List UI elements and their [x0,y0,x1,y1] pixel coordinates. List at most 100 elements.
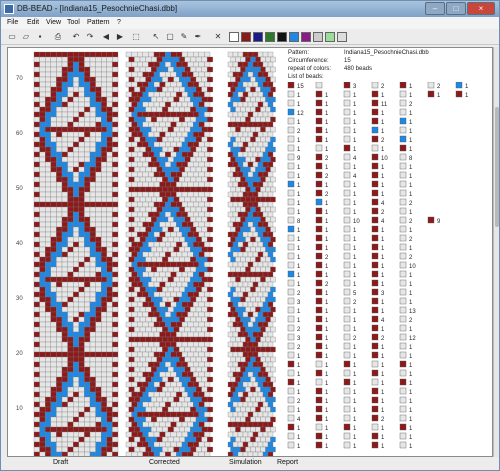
corrected-bead [181,101,188,108]
pointer-icon[interactable]: ↖ [151,32,161,42]
cross-icon[interactable]: ✕ [213,32,223,42]
draft-bead [112,166,119,173]
bead-count: 2 [297,399,301,405]
draft-bead [45,416,51,423]
save-icon[interactable]: ▪ [35,32,45,42]
color-swatch[interactable] [265,32,275,42]
corrected-bead [207,76,213,83]
draft-bead [33,296,40,303]
simulation-bead [237,61,244,68]
draft-bead [33,271,40,278]
menu-tool[interactable]: Tool [67,19,80,26]
menu-view[interactable]: View [46,19,61,26]
corrected-bead [131,291,138,298]
simulation-bead [237,341,244,348]
redo-icon[interactable]: ↷ [85,32,95,42]
simulation-tab[interactable]: Simulation [229,459,262,466]
corrected-bead [179,296,185,303]
color-swatch[interactable] [277,32,287,42]
corrected-bead [165,311,171,318]
corrected-bead [148,101,155,108]
dropper-icon[interactable]: ✒ [193,32,203,42]
draft-bead [39,446,46,453]
minimize-button[interactable]: – [425,2,445,15]
select-icon[interactable]: ▢ [165,32,175,42]
draft-bead [101,116,107,123]
corrected-bead [184,106,191,113]
color-swatch[interactable] [301,32,311,42]
simulation-bead [262,371,269,378]
draft-bead [56,361,63,368]
color-swatch[interactable] [289,32,299,42]
simulation-bead [240,286,246,293]
corrected-bead [125,81,132,88]
scrollbar-thumb[interactable] [495,107,499,227]
print-icon[interactable]: ⎙ [53,32,63,42]
color-swatch[interactable] [325,32,335,42]
report-tab[interactable]: Report [277,459,298,466]
menu-pattern[interactable]: Pattern [87,19,110,26]
bead-count: 1 [297,174,301,180]
corrected-bead [139,336,146,343]
draft-bead [45,81,51,88]
bead-swatch [315,423,323,431]
simulation-bead [255,386,261,393]
simulation-bead [260,146,266,153]
draft-bead [106,391,113,398]
simulation-bead [242,351,249,358]
draft-bead [73,146,79,153]
maximize-button[interactable]: □ [446,2,466,15]
color-swatch[interactable] [337,32,347,42]
draft-bead [56,376,63,383]
draft-bead [50,181,57,188]
draft-bead [45,361,51,368]
bead-swatch [343,270,351,278]
bead-count: 1 [381,408,385,414]
corrected-bead [134,376,141,383]
draft-bead [67,156,74,163]
corrected-bead [173,66,180,73]
draft-tab[interactable]: Draft [53,459,68,466]
draft-bead [33,61,40,68]
arrow-right-icon[interactable]: ▶ [115,32,125,42]
pencil-icon[interactable]: ✎ [179,32,189,42]
menu-file[interactable]: File [7,19,18,26]
simulation-bead [267,361,274,368]
vertical-scrollbar[interactable] [493,47,499,457]
corrected-bead [198,351,205,358]
color-swatch[interactable] [253,32,263,42]
draft-bead [56,221,63,228]
menu-help[interactable]: ? [117,19,121,26]
corrected-bead [193,271,199,278]
arrow-left-icon[interactable]: ◀ [101,32,111,42]
new-icon[interactable]: ▭ [7,32,17,42]
open-icon[interactable]: ▱ [21,32,31,42]
corrected-bead [195,66,202,73]
corrected-tab[interactable]: Corrected [149,459,180,466]
bead-canvas[interactable] [8,48,284,457]
corrected-bead [193,381,199,388]
color-swatch[interactable] [229,32,239,42]
draft-bead [112,341,119,348]
draft-bead [78,391,85,398]
color-swatch[interactable] [241,32,251,42]
simulation-bead [230,316,236,323]
corrected-bead [165,341,171,348]
corrected-bead [151,286,157,293]
corrected-bead [193,281,199,288]
simulation-bead [257,241,264,248]
undo-icon[interactable]: ↶ [71,32,81,42]
color-swatch[interactable] [313,32,323,42]
simulation-bead [237,131,244,138]
corrected-bead [179,336,185,343]
corrected-bead [137,281,143,288]
menu-edit[interactable]: Edit [27,19,39,26]
bead-count: 2 [353,336,357,342]
close-button[interactable]: × [467,2,495,15]
corrected-bead [179,306,185,313]
corrected-bead [193,301,199,308]
preview-icon[interactable]: ⬚ [131,32,141,42]
simulation-bead [240,276,246,283]
draft-bead [61,341,68,348]
draft-bead [112,421,119,428]
